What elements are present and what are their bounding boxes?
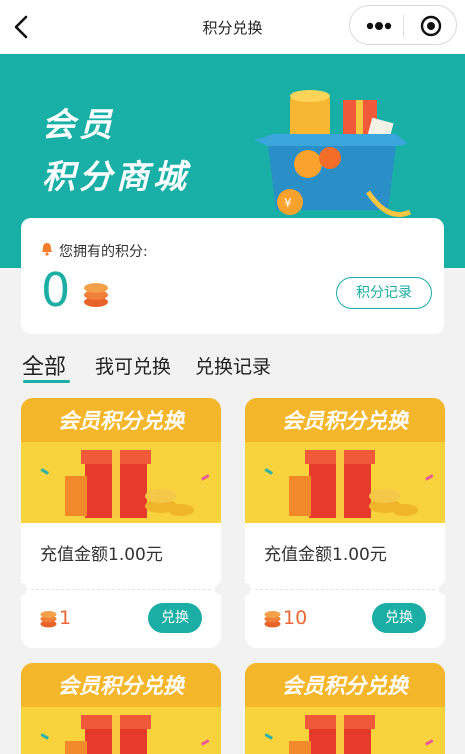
points-card: 您拥有的积分: 0 积分记录 bbox=[21, 218, 444, 334]
product-image: 会员积分兑换 bbox=[245, 663, 445, 754]
product-image-text: 会员积分兑换 bbox=[282, 674, 410, 698]
product-price: 1 bbox=[59, 607, 72, 629]
bell-icon bbox=[42, 243, 52, 256]
coin-stack-icon bbox=[264, 611, 281, 628]
card-notch-left bbox=[245, 583, 251, 595]
capsule-divider bbox=[403, 15, 404, 37]
product-image-text: 会员积分兑换 bbox=[282, 409, 410, 433]
exchange-button[interactable]: 兑换 bbox=[372, 603, 426, 633]
tab-exchange-records[interactable]: 兑换记录 bbox=[195, 352, 271, 379]
product-card[interactable]: 会员积分兑换 充值金额1.00元 10 兑换 bbox=[245, 398, 445, 648]
product-card[interactable]: 会员积分兑换 bbox=[21, 663, 221, 754]
card-notch-left bbox=[21, 583, 27, 595]
product-image-text: 会员积分兑换 bbox=[58, 409, 186, 433]
product-card[interactable]: 会员积分兑换 充值金额1.00元 1 兑换 bbox=[21, 398, 221, 648]
filter-tabs: 全部 我可兑换 兑换记录 bbox=[0, 346, 465, 386]
product-image-text: 会员积分兑换 bbox=[58, 674, 186, 698]
coin-stack-icon bbox=[40, 611, 57, 628]
card-notch-right bbox=[215, 583, 221, 595]
more-icon[interactable] bbox=[366, 20, 392, 32]
product-image: 会员积分兑换 bbox=[245, 398, 445, 523]
points-value: 0 bbox=[41, 263, 71, 317]
nav-bar: 积分兑换 bbox=[0, 0, 465, 54]
product-price: 10 bbox=[283, 607, 308, 629]
gift-box-illustration: ¥ bbox=[254, 90, 412, 217]
product-image: 会员积分兑换 bbox=[21, 663, 221, 754]
product-name: 充值金额1.00元 bbox=[264, 545, 387, 565]
close-target-icon[interactable] bbox=[420, 15, 442, 37]
points-label: 您拥有的积分: bbox=[59, 244, 148, 260]
mini-program-capsule bbox=[349, 5, 457, 45]
product-image: 会员积分兑换 bbox=[21, 398, 221, 523]
exchange-button[interactable]: 兑换 bbox=[148, 603, 202, 633]
tab-all[interactable]: 全部 bbox=[22, 349, 66, 381]
card-notch-right bbox=[439, 583, 445, 595]
coin-stack-icon bbox=[84, 283, 108, 307]
active-tab-indicator bbox=[23, 380, 70, 383]
banner-title-line2: 积分商城 bbox=[42, 157, 190, 196]
product-name: 充值金额1.00元 bbox=[40, 545, 163, 565]
svg-text:¥: ¥ bbox=[284, 196, 292, 210]
card-divider bbox=[255, 589, 435, 590]
product-card[interactable]: 会员积分兑换 bbox=[245, 663, 445, 754]
points-record-button[interactable]: 积分记录 bbox=[336, 277, 432, 309]
card-divider bbox=[31, 589, 211, 590]
tab-exchangeable[interactable]: 我可兑换 bbox=[95, 352, 171, 379]
banner-title-line1: 会员 bbox=[42, 105, 116, 144]
